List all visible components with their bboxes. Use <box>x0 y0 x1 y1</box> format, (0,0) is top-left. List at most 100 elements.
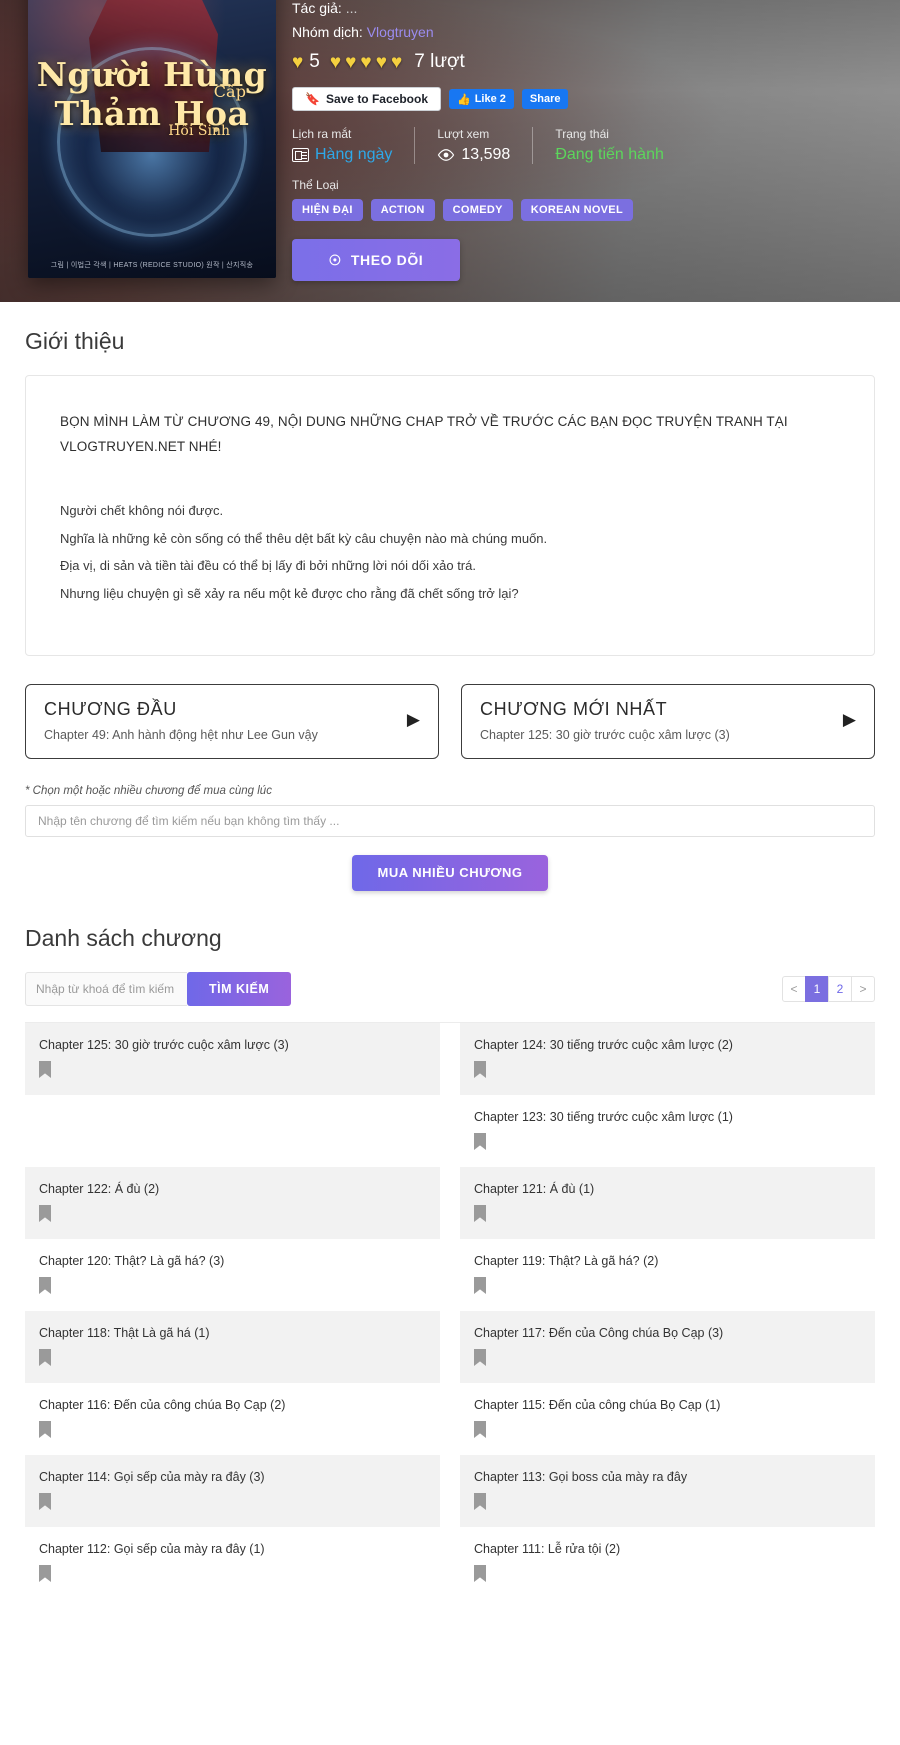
group-value[interactable]: Vlogtruyen <box>367 24 434 40</box>
stat-status-label: Trạng thái <box>555 127 609 141</box>
facebook-buttons: 🔖 Save to Facebook 👍 Like 2 Share <box>292 87 876 111</box>
author-value: ... <box>345 0 358 16</box>
chapter-bookmark[interactable] <box>474 1493 861 1511</box>
chapter-nav: CHƯƠNG ĐẦU Chapter 49: Anh hành động hệt… <box>25 683 875 759</box>
chapter-bookmark[interactable] <box>474 1421 861 1439</box>
bookmark-icon <box>39 1493 51 1511</box>
chapter-list-item-placeholder <box>25 1095 440 1167</box>
chapter-list-item[interactable]: Chapter 112: Gọi sếp của mày ra đây (1) <box>25 1527 440 1599</box>
chapter-bookmark[interactable] <box>39 1493 426 1511</box>
chapter-list-item[interactable]: Chapter 117: Đến của Công chúa Bọ Cạp (3… <box>460 1310 875 1383</box>
latest-chapter-texts: CHƯƠNG MỚI NHẤT Chapter 125: 30 giờ trướ… <box>480 699 730 742</box>
intro-paragraph: Người chết không nói được. <box>60 502 224 518</box>
chapter-list-item[interactable]: Chapter 114: Gọi sếp của mày ra đây (3) <box>25 1454 440 1527</box>
genre-tag[interactable]: HIỆN ĐẠI <box>292 199 363 221</box>
author-line: Tác giả: ... <box>292 0 876 18</box>
facebook-like-label: Like 2 <box>474 93 506 105</box>
buy-chapter-search-input[interactable] <box>25 804 875 837</box>
pagination-next[interactable]: > <box>851 975 875 1002</box>
chapter-item-name: Chapter 119: Thật? Là gã há? (2) <box>474 1253 659 1268</box>
intro-paragraph: Nghĩa là những kẻ còn sống có thể thêu d… <box>60 530 548 546</box>
chapter-bookmark[interactable] <box>39 1421 426 1439</box>
chapter-bookmark[interactable] <box>474 1565 861 1583</box>
pagination-page-2[interactable]: 2 <box>828 975 852 1002</box>
facebook-save-label: Save to Facebook <box>325 92 428 106</box>
buy-button-wrap: MUA NHIỀU CHƯƠNG <box>25 854 875 891</box>
chapter-list-item[interactable]: Chapter 124: 30 tiếng trước cuộc xâm lượ… <box>460 1022 875 1095</box>
chapter-list-item[interactable]: Chapter 122: Á đù (2) <box>25 1166 440 1239</box>
chapter-list-item[interactable]: Chapter 111: Lễ rửa tội (2) <box>460 1527 875 1599</box>
chapter-list-item[interactable]: Chapter 120: Thật? Là gã há? (3) <box>25 1239 440 1311</box>
chapter-bookmark[interactable] <box>474 1205 861 1223</box>
pagination-prev[interactable]: < <box>782 975 806 1002</box>
heart-icon[interactable]: ♥ <box>391 53 402 72</box>
chapter-bookmark[interactable] <box>39 1061 426 1079</box>
chapter-bookmark[interactable] <box>39 1565 426 1583</box>
heart-icon[interactable]: ♥ <box>345 53 356 72</box>
main-content: Giới thiệu BỌN MÌNH LÀM TỪ CHƯƠNG 49, NỘ… <box>0 328 900 1599</box>
follow-button[interactable]: ☉ THEO DÕI <box>292 239 460 281</box>
intro-paragraph: Địa vị, di sản và tiền tài đều có thể bị… <box>60 558 476 574</box>
cover-credits: 그림 | 이법근 각색 | HEATS (REDICE STUDIO) 원작 |… <box>50 262 254 269</box>
bookmark-icon <box>474 1421 486 1439</box>
stat-status-value: Đang tiến hành <box>555 146 664 163</box>
first-chapter-subtitle: Chapter 49: Anh hành động hệt như Lee Gu… <box>44 727 318 742</box>
first-chapter-card[interactable]: CHƯƠNG ĐẦU Chapter 49: Anh hành động hệt… <box>25 683 439 759</box>
heart-icon[interactable]: ♥ <box>360 53 371 72</box>
chapter-bookmark[interactable] <box>39 1277 426 1295</box>
heart-icon[interactable]: ♥ <box>376 53 387 72</box>
genre-tag[interactable]: ACTION <box>370 199 435 221</box>
chapter-list-item[interactable]: Chapter 113: Gọi boss của mày ra đây <box>460 1454 875 1527</box>
chapter-bookmark[interactable] <box>474 1133 861 1151</box>
rating-count: 7 lượt <box>414 51 465 72</box>
chapter-bookmark[interactable] <box>474 1349 861 1367</box>
facebook-save-button[interactable]: 🔖 Save to Facebook <box>292 87 441 111</box>
chapter-search-button[interactable]: TÌM KIẾM <box>187 971 292 1006</box>
genre-tag[interactable]: KOREAN NOVEL <box>520 199 633 221</box>
chapter-list-item[interactable]: Chapter 125: 30 giờ trước cuộc xâm lược … <box>25 1022 440 1095</box>
chapter-grid: Chapter 125: 30 giờ trước cuộc xâm lược … <box>25 1022 875 1599</box>
stat-release-value: Hàng ngày <box>315 146 393 163</box>
heart-icon[interactable]: ♥ <box>330 53 341 72</box>
stat-release-schedule: Lịch ra mắt Hàng ngày <box>292 127 414 164</box>
chapter-bookmark[interactable] <box>474 1061 861 1079</box>
intro-headline: BỌN MÌNH LÀM TỪ CHƯƠNG 49, NỘI DUNG NHỮN… <box>60 414 788 454</box>
chapter-item-name: Chapter 125: 30 giờ trước cuộc xâm lược … <box>39 1037 289 1052</box>
rating-row[interactable]: ♥ 5 ♥ ♥ ♥ ♥ ♥ 7 lượt <box>292 51 876 73</box>
chapter-list-item[interactable]: Chapter 115: Đến của công chúa Bọ Cạp (1… <box>460 1383 875 1455</box>
facebook-like-button[interactable]: 👍 Like 2 <box>449 89 514 109</box>
chapter-item-name: Chapter 115: Đến của công chúa Bọ Cạp (1… <box>474 1397 721 1412</box>
genre-tag[interactable]: COMEDY <box>442 199 513 221</box>
intro-box: BỌN MÌNH LÀM TỪ CHƯƠNG 49, NỘI DUNG NHỮN… <box>25 375 875 656</box>
group-label: Nhóm dịch: <box>292 23 363 40</box>
heart-icon[interactable]: ♥ <box>292 53 303 72</box>
chapter-item-name: Chapter 121: Á đù (1) <box>474 1181 595 1196</box>
stats-row: Lịch ra mắt Hàng ngày Lượt xem 13,598 Tr… <box>292 127 876 164</box>
intro-section-title: Giới thiệu <box>25 328 125 354</box>
hero-info-panel: Tác giả: ... Nhóm dịch: Vlogtruyen ♥ 5 ♥… <box>292 0 876 281</box>
chapter-bookmark[interactable] <box>474 1277 861 1295</box>
stat-release-label: Lịch ra mắt <box>292 127 352 141</box>
facebook-share-button[interactable]: Share <box>521 89 569 109</box>
chapter-list-item[interactable]: Chapter 119: Thật? Là gã há? (2) <box>460 1239 875 1311</box>
chapter-list-item[interactable]: Chapter 123: 30 tiếng trước cuộc xâm lượ… <box>460 1095 875 1167</box>
chapter-list-item[interactable]: Chapter 116: Đến của công chúa Bọ Cạp (2… <box>25 1383 440 1455</box>
first-chapter-texts: CHƯƠNG ĐẦU Chapter 49: Anh hành động hệt… <box>44 699 318 742</box>
buy-hint: * Chọn một hoặc nhiều chương để mua cùng… <box>25 784 272 797</box>
chapter-list-item[interactable]: Chapter 118: Thật Là gã há (1) <box>25 1310 440 1383</box>
intro-paragraph: Nhưng liệu chuyện gì sẽ xảy ra nếu một k… <box>60 586 519 602</box>
buy-multiple-chapters-button[interactable]: MUA NHIỀU CHƯƠNG <box>351 854 549 891</box>
chapter-bookmark[interactable] <box>39 1205 426 1223</box>
bookmark-icon <box>474 1133 486 1151</box>
chapter-list-item[interactable]: Chapter 121: Á đù (1) <box>460 1166 875 1239</box>
facebook-share-label: Share <box>529 93 561 105</box>
bookmark-icon <box>39 1565 51 1583</box>
bookmark-icon <box>474 1565 486 1583</box>
latest-chapter-card[interactable]: CHƯƠNG MỚI NHẤT Chapter 125: 30 giờ trướ… <box>461 683 875 759</box>
pagination-page-1[interactable]: 1 <box>805 975 829 1002</box>
chapter-bookmark[interactable] <box>39 1349 426 1367</box>
cover-image[interactable]: Người Hùng Thảm Họa Cấp Hồi Sinh 그림 | 이법… <box>28 0 276 278</box>
chapter-item-name: Chapter 116: Đến của công chúa Bọ Cạp (2… <box>39 1397 286 1412</box>
bookmark-icon <box>39 1205 51 1223</box>
chapter-search-input[interactable] <box>25 971 187 1006</box>
